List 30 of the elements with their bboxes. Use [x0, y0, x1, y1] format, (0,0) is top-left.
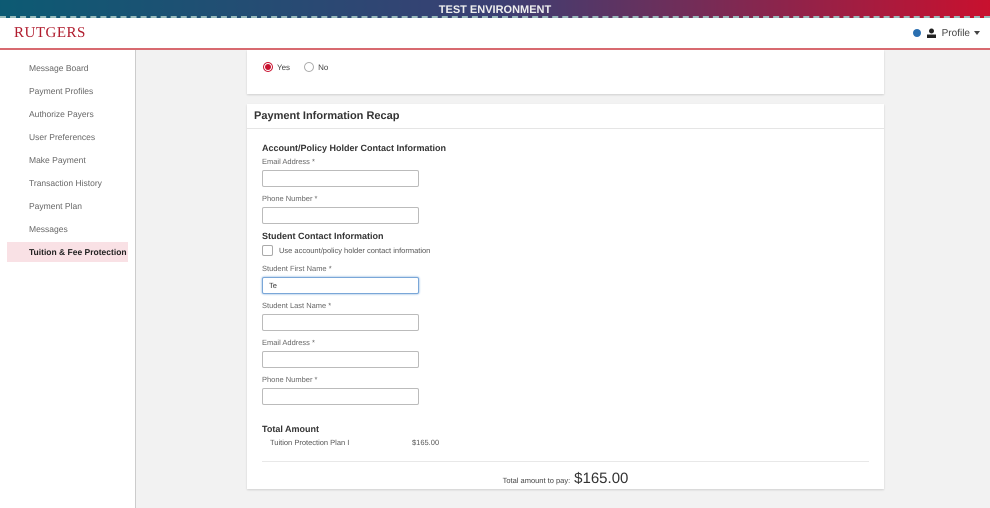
card-title: Payment Information Recap — [247, 104, 884, 129]
input-field[interactable] — [262, 388, 419, 405]
input-field[interactable] — [262, 314, 419, 331]
checkbox[interactable] — [262, 245, 273, 256]
banner-text: TEST ENVIRONMENT — [438, 5, 552, 16]
caret-icon — [974, 31, 980, 35]
radio-label: No — [318, 62, 328, 72]
sidebar-item[interactable]: Payment Profiles — [7, 81, 128, 101]
radio-button[interactable] — [304, 62, 314, 72]
sidebar-item[interactable]: Authorize Payers — [7, 104, 128, 124]
input-field[interactable] — [262, 351, 419, 368]
sidebar-item[interactable]: Transaction History — [7, 173, 128, 193]
sidebar-item[interactable]: Message Board — [7, 58, 128, 78]
sidebar-item[interactable]: User Preferences — [7, 127, 128, 147]
input-field[interactable] — [262, 207, 419, 224]
total-amount: $165.00 — [574, 470, 628, 487]
user-icon — [926, 28, 936, 38]
radio-button[interactable] — [263, 62, 273, 72]
sidebar-item[interactable]: Payment Plan — [7, 196, 128, 216]
sidebar-item[interactable]: Messages — [7, 219, 128, 239]
sidebar-item[interactable]: Tuition & Fee Protection — [7, 242, 128, 262]
radio-label: Yes — [277, 62, 290, 72]
logo[interactable]: RUTGERS — [14, 24, 86, 42]
help-icon[interactable] — [912, 29, 921, 37]
section-heading: Student Contact Information — [262, 231, 384, 241]
profile-menu-button[interactable]: Profile — [942, 28, 980, 38]
input-field[interactable] — [262, 170, 419, 187]
section-heading: Account/Policy Holder Contact Information — [262, 143, 448, 153]
sidebar-item[interactable]: Make Payment — [7, 150, 128, 170]
section-heading: Total Amount — [262, 424, 320, 434]
